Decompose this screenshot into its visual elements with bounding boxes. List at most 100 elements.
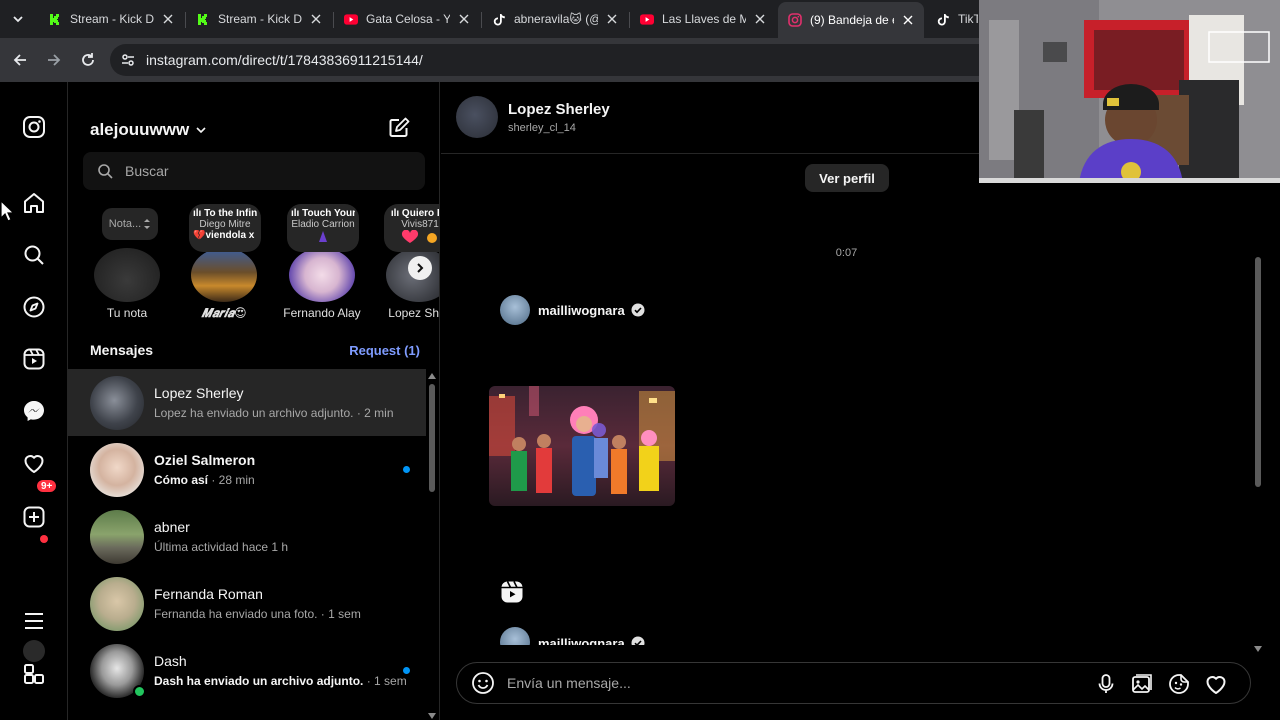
- note-song-title: ılı Quiero Pe: [390, 208, 439, 219]
- avatar: [500, 295, 530, 325]
- image-icon[interactable]: [1130, 672, 1154, 696]
- reload-button[interactable]: [76, 48, 100, 72]
- explore-compass-icon[interactable]: [19, 292, 49, 322]
- browser-tab[interactable]: Las Llaves de M: [630, 4, 776, 34]
- chevron-down-icon: [13, 16, 23, 23]
- thread-name: abner: [154, 519, 190, 535]
- inbox-scrollbar[interactable]: [427, 372, 437, 720]
- kick-icon: [48, 12, 62, 26]
- shared-post-author[interactable]: mailliwognara: [500, 627, 645, 645]
- tab-title: Las Llaves de M: [662, 12, 746, 26]
- browser-tab[interactable]: Gata Celosa - Yo: [334, 4, 480, 34]
- webcam-overlay: [979, 0, 1280, 183]
- avatar: [90, 576, 144, 631]
- notification-dot: [40, 535, 48, 543]
- site-info-icon[interactable]: [110, 52, 146, 68]
- message-timestamp: 0:07: [835, 247, 858, 259]
- note-bubble[interactable]: Nota...: [102, 208, 158, 240]
- new-message-button[interactable]: [386, 115, 412, 141]
- browser-tab[interactable]: TikTo: [926, 4, 986, 34]
- search-icon[interactable]: [19, 240, 49, 270]
- compose-icon: [389, 117, 410, 137]
- search-box[interactable]: [83, 152, 425, 190]
- thread-name: Oziel Salmeron: [154, 452, 256, 468]
- online-indicator: [133, 684, 146, 698]
- shared-media-thumbnail[interactable]: [489, 386, 675, 506]
- note-label: 𝑴𝒂𝒓𝒊𝒂😍: [201, 306, 247, 320]
- message-composer[interactable]: [456, 662, 1251, 704]
- close-icon[interactable]: [752, 11, 768, 27]
- requests-link[interactable]: Request (1): [349, 343, 420, 358]
- note-bubble: ılı To the Infinit Diego Mitre 💔viendola…: [189, 204, 261, 252]
- verified-badge-icon: [631, 636, 645, 645]
- apps-icon[interactable]: [19, 659, 49, 689]
- menu-hamburger-icon[interactable]: [19, 606, 49, 636]
- thread-preview: Última actividad hace 1 h: [154, 540, 288, 554]
- avatar: [289, 248, 355, 302]
- note-item[interactable]: ılı To the Infinit Diego Mitre 💔viendola…: [181, 200, 267, 324]
- notes-next-button[interactable]: [408, 256, 432, 280]
- browser-tab[interactable]: Stream - Kick Da: [38, 4, 184, 34]
- thread-item-oziel-salmeron[interactable]: Oziel Salmeron Cómo así · 28 min: [68, 436, 426, 503]
- create-plus-icon[interactable]: [19, 502, 49, 532]
- thread-item-fernanda-roman[interactable]: Fernanda Roman Fernanda ha enviado una f…: [68, 570, 426, 637]
- avatar: [90, 375, 144, 430]
- reels-icon[interactable]: [19, 344, 49, 374]
- note-artist: Vivis871: [401, 219, 439, 230]
- heart-icon[interactable]: [19, 448, 49, 478]
- microphone-icon[interactable]: [1094, 672, 1118, 696]
- home-icon[interactable]: [19, 188, 49, 218]
- close-icon[interactable]: [456, 11, 472, 27]
- note-label: Fernando Alay: [283, 306, 361, 320]
- conversation-handle: sherley_cl_14: [508, 122, 576, 134]
- unread-dot: [403, 466, 410, 473]
- account-switcher[interactable]: alejouuwww: [90, 120, 207, 140]
- browser-tab-active[interactable]: (9) Bandeja de e: [778, 2, 924, 38]
- close-icon[interactable]: [308, 11, 324, 27]
- emoji-icon[interactable]: [471, 671, 495, 695]
- note-item-self[interactable]: Nota... Tu nota: [84, 200, 170, 324]
- close-icon[interactable]: [900, 12, 916, 28]
- heart-icon[interactable]: [1204, 672, 1228, 696]
- arrow-right-icon: [48, 54, 61, 66]
- mouse-cursor-icon: [0, 200, 14, 222]
- thread-time: · 1 sem: [317, 607, 361, 621]
- unread-dot: [403, 667, 410, 674]
- shared-post-author[interactable]: mailliwognara: [500, 295, 645, 325]
- view-profile-button[interactable]: Ver perfil: [805, 164, 889, 192]
- reels-icon[interactable]: [500, 580, 524, 604]
- avatar: [90, 509, 144, 564]
- thread-item-dash[interactable]: Dash Dash ha enviado un archivo adjunto.…: [68, 637, 426, 704]
- scrollbar-thumb[interactable]: [429, 384, 435, 492]
- close-icon[interactable]: [160, 11, 176, 27]
- forward-button[interactable]: [42, 48, 66, 72]
- note-emoji: [388, 230, 439, 246]
- account-username: alejouuwww: [90, 120, 190, 139]
- author-name: mailliwognara: [538, 636, 625, 645]
- thread-item-abner[interactable]: abner Última actividad hace 1 h: [68, 503, 426, 570]
- address-bar[interactable]: instagram.com/direct/t/17843836911215144…: [110, 44, 1010, 76]
- tab-search-button[interactable]: [6, 8, 30, 30]
- avatar: [90, 442, 144, 497]
- note-placeholder: Nota...: [108, 218, 142, 230]
- avatar: [191, 248, 257, 302]
- browser-tab[interactable]: Stream - Kick Da: [186, 4, 332, 34]
- chat-scrollbar[interactable]: [1252, 187, 1264, 652]
- chevron-down-icon: [196, 127, 206, 134]
- messages-title: Mensajes: [90, 342, 154, 358]
- message-input[interactable]: [507, 675, 1067, 691]
- note-label: Lopez Sher: [388, 306, 440, 320]
- instagram-logo-icon[interactable]: [19, 112, 49, 142]
- browser-tab[interactable]: abneravila🐱 (@: [482, 4, 628, 34]
- messenger-icon[interactable]: [19, 396, 49, 426]
- scrollbar-thumb[interactable]: [1255, 257, 1261, 487]
- conversation-name[interactable]: Lopez Sherley: [508, 101, 610, 118]
- search-input[interactable]: [125, 163, 405, 179]
- thread-item-lopez-sherley[interactable]: Lopez Sherley Lopez ha enviado un archiv…: [68, 369, 426, 436]
- back-button[interactable]: [8, 48, 32, 72]
- avatar[interactable]: [456, 96, 498, 138]
- sticker-icon[interactable]: [1167, 672, 1191, 696]
- arrow-left-icon: [13, 54, 26, 66]
- close-icon[interactable]: [604, 11, 620, 27]
- note-item[interactable]: ılı Touch Your B Eladio Carrion Fernando…: [279, 200, 365, 324]
